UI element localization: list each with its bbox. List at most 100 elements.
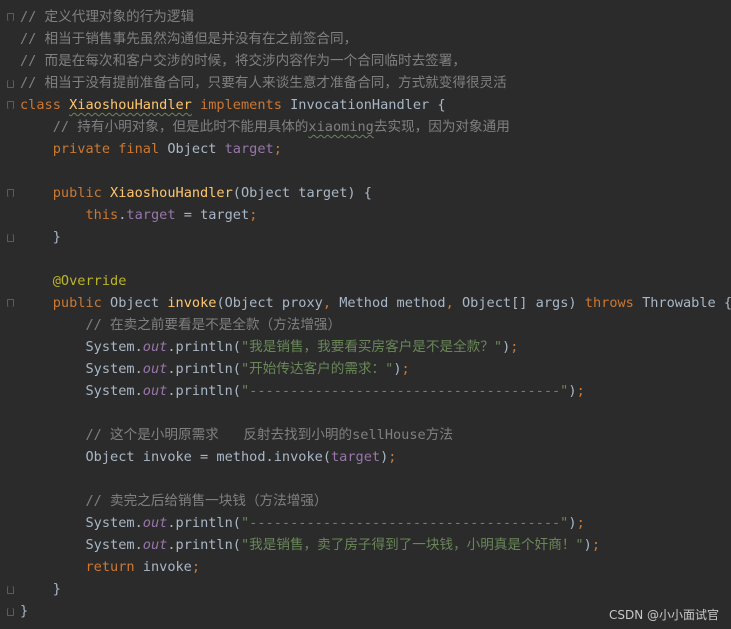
- code-token: public: [20, 295, 111, 311]
- code-token: private final: [20, 141, 168, 157]
- fold-expand-icon[interactable]: [7, 13, 14, 22]
- code-token: out: [142, 515, 168, 531]
- watermark: CSDN @小小面试官: [608, 608, 719, 622]
- code-token: Object: [167, 141, 225, 157]
- code-line[interactable]: System.out.println("--------------------…: [20, 512, 731, 534]
- code-token: target: [331, 449, 381, 465]
- code-token: }: [20, 581, 61, 597]
- code-token: "--------------------------------------": [241, 383, 569, 399]
- code-line[interactable]: // 卖完之后给销售一块钱（方法增强）: [20, 490, 731, 512]
- fold-collapse-icon[interactable]: [7, 607, 14, 616]
- code-line[interactable]: // 这个是小明原需求 反射去找到小明的sellHouse方法: [20, 424, 731, 446]
- code-token: target: [126, 207, 176, 223]
- code-line[interactable]: private final Object target;: [20, 138, 731, 160]
- code-token: class: [20, 97, 70, 113]
- code-area[interactable]: // 定义代理对象的行为逻辑 // 相当于销售事先虽然沟通但是并没有在之前签合同，…: [20, 6, 731, 622]
- code-token: (Object target) {: [232, 185, 372, 201]
- code-line[interactable]: // 在卖之前要看是不是全款（方法增强）: [20, 314, 731, 336]
- code-token: ;: [576, 383, 585, 399]
- code-token: Object[] args): [462, 295, 585, 311]
- code-token: target: [224, 141, 274, 157]
- code-line[interactable]: System.out.println("我是销售，卖了房子得到了一块钱，小明真是…: [20, 534, 731, 556]
- code-token: // 定义代理对象的行为逻辑: [20, 9, 195, 25]
- code-line[interactable]: // 持有小明对象，但是此时不能用具体的xiaoming去实现，因为对象通用: [20, 116, 731, 138]
- code-line[interactable]: // 相当于销售事先虽然沟通但是并没有在之前签合同，: [20, 28, 731, 50]
- code-line[interactable]: // 定义代理对象的行为逻辑: [20, 6, 731, 28]
- code-token: ,: [322, 295, 340, 311]
- code-line[interactable]: [20, 160, 731, 182]
- code-token: .println(: [167, 361, 241, 377]
- code-line[interactable]: // 相当于没有提前准备合同，只要有人来谈生意才准备合同，方式就变得很灵活: [20, 72, 731, 94]
- fold-expand-icon[interactable]: [7, 299, 14, 308]
- code-token: invoke: [142, 559, 192, 575]
- code-line[interactable]: public Object invoke(Object proxy, Metho…: [20, 292, 731, 314]
- code-token: "我是销售，我要看买房客户是不是全款？": [241, 339, 503, 355]
- code-token: ;: [388, 449, 397, 465]
- code-token: System.: [20, 537, 143, 553]
- code-token: out: [142, 537, 168, 553]
- code-line[interactable]: this.target = target;: [20, 204, 731, 226]
- code-token: = target: [175, 207, 250, 223]
- code-token: ;: [401, 361, 410, 377]
- code-line[interactable]: Object invoke = method.invoke(target);: [20, 446, 731, 468]
- code-token: // 持有小明对象，但是此时不能用具体的: [20, 119, 309, 135]
- code-token: ,: [445, 295, 462, 311]
- code-token: Method method: [339, 295, 446, 311]
- code-token: System.: [20, 361, 143, 377]
- code-token: invoke: [167, 295, 217, 311]
- code-token: ;: [249, 207, 258, 223]
- fold-expand-icon[interactable]: [7, 101, 14, 110]
- fold-collapse-icon[interactable]: [7, 585, 14, 594]
- code-token: XiaoshouHandler: [69, 97, 192, 113]
- code-token: // 相当于没有提前准备合同，只要有人来谈生意才准备合同，方式就变得很灵活: [20, 75, 507, 91]
- code-token: .println(: [167, 383, 241, 399]
- code-token: (Object proxy: [216, 295, 323, 311]
- fold-expand-icon[interactable]: [7, 189, 14, 198]
- code-token: ): [583, 537, 592, 553]
- code-token: "开始传达客户的需求：": [241, 361, 394, 377]
- code-token: Object invoke = method.invoke(: [20, 449, 331, 465]
- code-token: }: [20, 603, 29, 619]
- code-line[interactable]: class XiaoshouHandler implements Invocat…: [20, 94, 731, 116]
- code-token: ;: [273, 141, 282, 157]
- code-editor[interactable]: // 定义代理对象的行为逻辑 // 相当于销售事先虽然沟通但是并没有在之前签合同，…: [0, 0, 731, 629]
- code-token: // 相当于销售事先虽然沟通但是并没有在之前签合同，: [20, 31, 358, 47]
- code-token: .println(: [167, 515, 241, 531]
- code-line[interactable]: }: [20, 578, 731, 600]
- code-token: out: [142, 339, 168, 355]
- code-line[interactable]: System.out.println("--------------------…: [20, 380, 731, 402]
- code-line[interactable]: [20, 468, 731, 490]
- editor-gutter: [0, 0, 20, 629]
- code-token: ;: [510, 339, 519, 355]
- code-token: out: [142, 383, 168, 399]
- code-line[interactable]: System.out.println("开始传达客户的需求：");: [20, 358, 731, 380]
- code-token: Throwable {: [642, 295, 731, 311]
- code-line[interactable]: return invoke;: [20, 556, 731, 578]
- code-line[interactable]: System.out.println("我是销售，我要看买房客户是不是全款？")…: [20, 336, 731, 358]
- code-token: out: [142, 361, 168, 377]
- code-token: throws: [584, 295, 643, 311]
- code-token: // 在卖之前要看是不是全款（方法增强）: [20, 317, 342, 333]
- code-token: }: [20, 229, 61, 245]
- code-token: // 卖完之后给销售一块钱（方法增强）: [20, 493, 328, 509]
- code-line[interactable]: // 而是在每次和客户交涉的时候，将交涉内容作为一个合同临时去签署，: [20, 50, 731, 72]
- code-token: ): [568, 515, 577, 531]
- fold-collapse-icon[interactable]: [7, 233, 14, 242]
- fold-collapse-icon[interactable]: [7, 79, 14, 88]
- code-token: XiaoshouHandler: [110, 185, 233, 201]
- code-line[interactable]: public XiaoshouHandler(Object target) {: [20, 182, 731, 204]
- code-line[interactable]: [20, 248, 731, 270]
- code-token: public: [20, 185, 111, 201]
- code-token: ): [568, 383, 577, 399]
- code-line[interactable]: @Override: [20, 270, 731, 292]
- code-token: .println(: [167, 537, 241, 553]
- code-token: ;: [591, 537, 600, 553]
- code-token: "--------------------------------------": [241, 515, 569, 531]
- code-token: @Override: [20, 273, 127, 289]
- code-token: ;: [191, 559, 201, 575]
- code-line[interactable]: }: [20, 226, 731, 248]
- code-token: xiaoming: [308, 119, 374, 135]
- code-token: // 而是在每次和客户交涉的时候，将交涉内容作为一个合同临时去签署，: [20, 53, 466, 69]
- code-line[interactable]: [20, 402, 731, 424]
